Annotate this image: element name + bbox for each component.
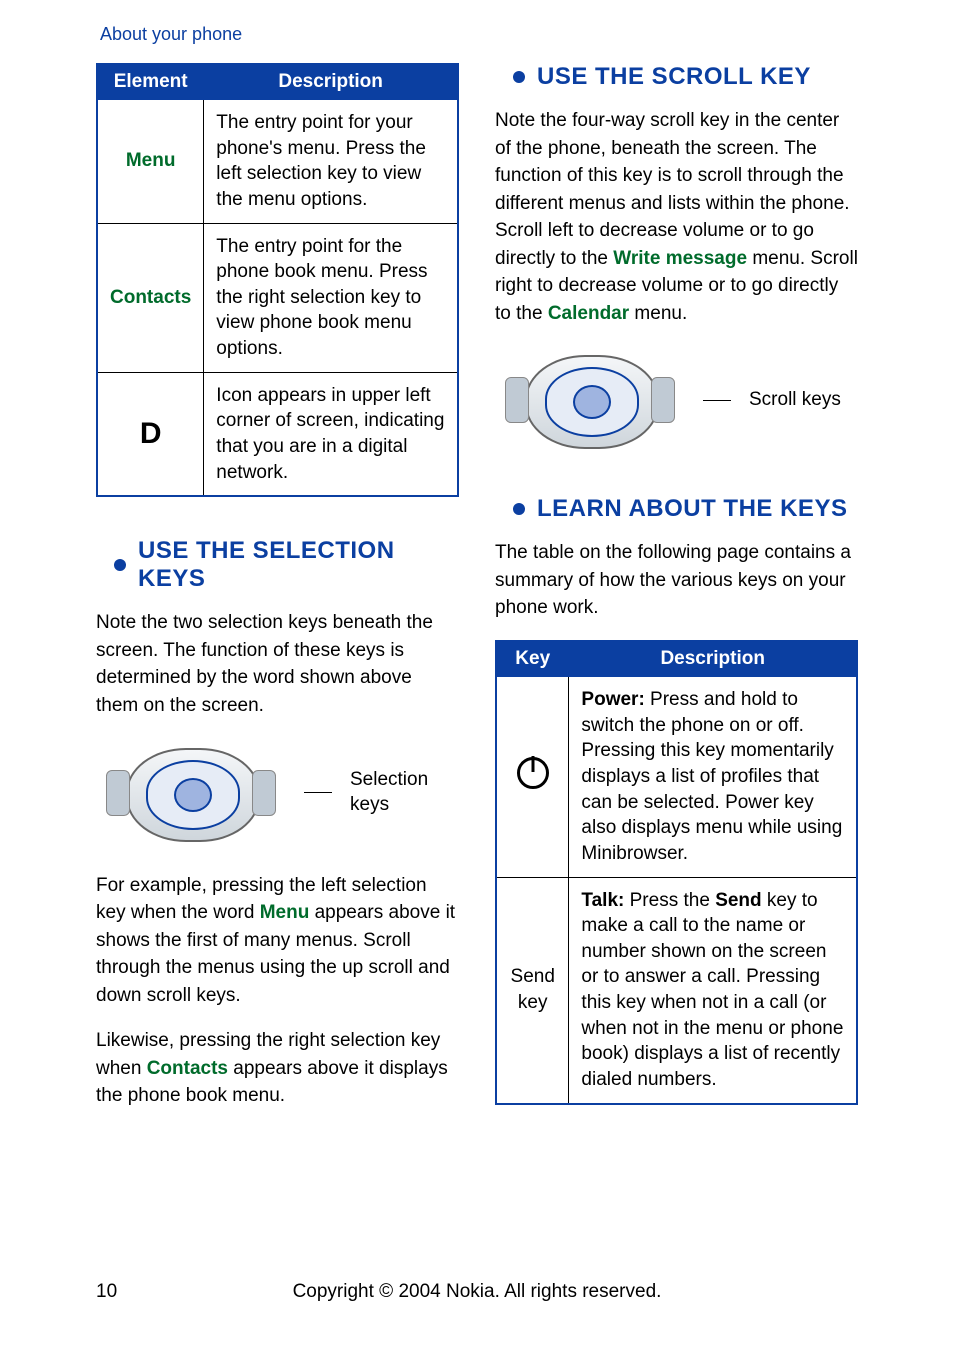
table1-row2-key: D bbox=[97, 372, 204, 496]
selection-keys-example-contacts: Likewise, pressing the right selection k… bbox=[96, 1027, 459, 1110]
talk-label: Talk: bbox=[581, 890, 624, 911]
table-row: Contacts The entry point for the phone b… bbox=[97, 223, 458, 372]
selection-keys-caption: Selection keys bbox=[350, 768, 459, 817]
table2-header-key: Key bbox=[496, 641, 569, 677]
table2-header-description: Description bbox=[569, 641, 857, 677]
table1-header-description: Description bbox=[204, 64, 458, 100]
text-fragment: Press and hold to switch the phone on or… bbox=[581, 689, 842, 864]
send-label: Send bbox=[715, 890, 761, 911]
section-selection-keys-heading: USE THE SELECTION KEYS bbox=[96, 537, 459, 593]
page-header: About your phone bbox=[100, 24, 858, 45]
heading-learn-keys: LEARN ABOUT THE KEYS bbox=[537, 495, 847, 523]
calendar-label: Calendar bbox=[548, 303, 629, 324]
section-learn-keys-heading: LEARN ABOUT THE KEYS bbox=[495, 495, 858, 523]
bullet-icon bbox=[114, 559, 126, 571]
heading-scroll-key: USE THE SCROLL KEY bbox=[537, 63, 811, 91]
heading-selection-keys: USE THE SELECTION KEYS bbox=[138, 537, 459, 593]
text-fragment: key to make a call to the name or number… bbox=[581, 890, 843, 1090]
menu-label: Menu bbox=[260, 902, 310, 923]
table-row: Power: Press and hold to switch the phon… bbox=[496, 677, 857, 877]
selection-keys-intro: Note the two selection keys beneath the … bbox=[96, 609, 459, 719]
learn-keys-intro: The table on the following page contains… bbox=[495, 539, 858, 622]
key-table: Key Description Power: Press and hold to… bbox=[495, 640, 858, 1105]
section-scroll-key-heading: USE THE SCROLL KEY bbox=[495, 63, 858, 91]
table-row: Send key Talk: Press the Send key to mak… bbox=[496, 877, 857, 1104]
power-icon bbox=[517, 757, 549, 789]
scroll-key-paragraph: Note the four-way scroll key in the cent… bbox=[495, 107, 858, 327]
contacts-label: Contacts bbox=[147, 1058, 228, 1079]
table2-row0-desc: Power: Press and hold to switch the phon… bbox=[569, 677, 857, 877]
leader-line bbox=[703, 400, 731, 401]
right-column: USE THE SCROLL KEY Note the four-way scr… bbox=[495, 63, 858, 1128]
table2-row1-key: Send key bbox=[496, 877, 569, 1104]
power-label: Power: bbox=[581, 689, 644, 710]
table-row: D Icon appears in upper left corner of s… bbox=[97, 372, 458, 496]
table1-row1-desc: The entry point for the phone book menu.… bbox=[204, 223, 458, 372]
leader-line bbox=[304, 792, 332, 793]
left-column: Element Description Menu The entry point… bbox=[96, 63, 459, 1128]
bullet-icon bbox=[513, 71, 525, 83]
table1-row2-desc: Icon appears in upper left corner of scr… bbox=[204, 372, 458, 496]
bullet-icon bbox=[513, 503, 525, 515]
scroll-keys-caption: Scroll keys bbox=[749, 388, 841, 413]
table1-row1-key: Contacts bbox=[97, 223, 204, 372]
scroll-keys-illustration bbox=[495, 345, 685, 455]
selection-keys-figure: Selection keys bbox=[96, 738, 459, 848]
copyright-footer: Copyright © 2004 Nokia. All rights reser… bbox=[0, 1281, 954, 1303]
write-message-label: Write message bbox=[613, 248, 747, 269]
text-fragment: Note the four-way scroll key in the cent… bbox=[495, 110, 850, 269]
table2-row0-key bbox=[496, 677, 569, 877]
scroll-keys-figure: Scroll keys bbox=[495, 345, 858, 455]
table2-row1-desc: Talk: Press the Send key to make a call … bbox=[569, 877, 857, 1104]
selection-keys-illustration bbox=[96, 738, 286, 848]
selection-keys-example-menu: For example, pressing the left selection… bbox=[96, 872, 459, 1010]
table-row: Menu The entry point for your phone's me… bbox=[97, 100, 458, 224]
table1-header-element: Element bbox=[97, 64, 204, 100]
element-table: Element Description Menu The entry point… bbox=[96, 63, 459, 497]
text-fragment: menu. bbox=[629, 303, 687, 324]
digital-network-icon: D bbox=[140, 417, 162, 450]
table1-row0-key: Menu bbox=[97, 100, 204, 224]
text-fragment: Press the bbox=[624, 890, 715, 911]
table1-row0-desc: The entry point for your phone's menu. P… bbox=[204, 100, 458, 224]
